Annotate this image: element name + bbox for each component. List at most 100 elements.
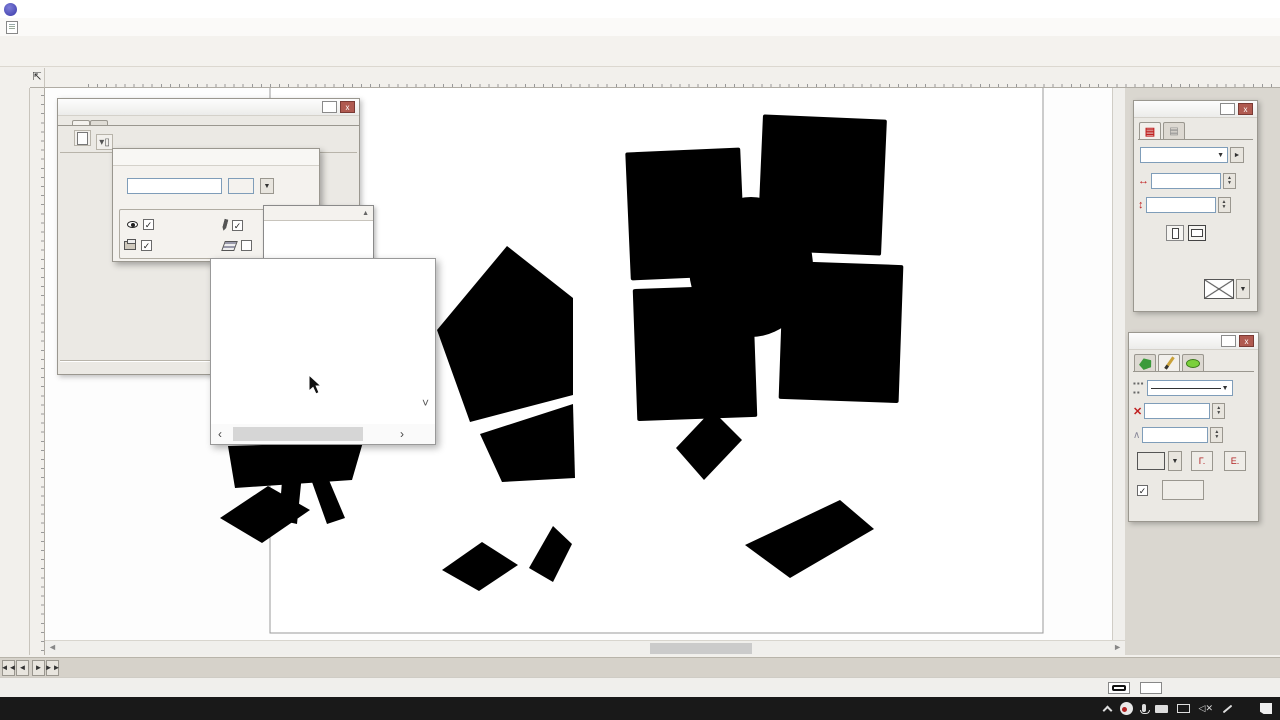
landscape-button[interactable] <box>1188 225 1206 241</box>
tab-effects[interactable] <box>1182 354 1204 371</box>
camera-icon[interactable] <box>1154 704 1168 713</box>
panel-minimize-button[interactable] <box>322 101 337 113</box>
scroll-left-icon[interactable]: ◄ <box>48 642 57 652</box>
height-spinner[interactable]: ▲ ▼ <box>1217 197 1231 213</box>
stroke-indicator[interactable] <box>1108 681 1130 694</box>
stroke-color-dropdown[interactable]: ▼ <box>1168 451 1182 471</box>
page-height-input[interactable] <box>1145 197 1216 213</box>
page-size-select[interactable]: ▼ <box>1140 147 1228 163</box>
layer-name-input[interactable] <box>127 178 222 194</box>
panel-close-button[interactable]: x <box>1239 335 1254 347</box>
system-tray: ◁✕ <box>1102 697 1280 720</box>
document-icon[interactable] <box>6 20 18 34</box>
windows-taskbar: ◁✕ <box>0 697 1280 720</box>
eye-icon <box>127 221 138 228</box>
palette-next-icon[interactable]: ► <box>32 659 45 676</box>
palette-last-icon[interactable]: ►► <box>45 659 60 676</box>
panel-close-button[interactable]: x <box>340 101 355 113</box>
vertical-ruler <box>30 88 45 655</box>
canvas-horizontal-scrollbar[interactable]: ◄ ► <box>45 640 1125 655</box>
tab-layers[interactable] <box>72 120 90 125</box>
stroke-width-spinner[interactable]: ▲ ▼ <box>1212 403 1226 419</box>
corner-style-button[interactable]: Γ. <box>1191 451 1213 471</box>
panel-minimize-button[interactable] <box>1220 103 1235 115</box>
mouse-cursor <box>308 374 323 395</box>
cap-style-button[interactable]: Ε. <box>1224 451 1246 471</box>
delete-layer-button[interactable]: ▾▯ <box>96 134 114 150</box>
preview-dropdown-button[interactable]: ▼ <box>1236 279 1250 299</box>
design-central-panel: x ▤ ▤ ▼ ► ↔ ▲ ▼ ↕ ▲ ▼ ▼ <box>1133 100 1258 312</box>
status-bar <box>0 677 1280 697</box>
cutter-icon <box>222 219 229 232</box>
color-list-scrollbar[interactable]: ‹ › <box>211 424 435 444</box>
page-red-icon: ▤ <box>1144 125 1156 138</box>
stroke-color-swatch[interactable] <box>1137 452 1165 470</box>
width-spinner[interactable]: ▲ ▼ <box>1223 173 1236 189</box>
fill-stroke-panel: x ▪▪▪ ▪▪ ▼ ✕ ▲ ▼ ∧ ▲ ▼ ▼ Γ. Ε. ✓ <box>1128 332 1259 522</box>
palette-first-icon[interactable]: ◄◄ <box>1 659 16 676</box>
notification-center-icon[interactable] <box>1260 703 1272 714</box>
app-logo-icon <box>4 2 17 16</box>
display-icon[interactable] <box>1176 704 1190 713</box>
design-editor-titlebar: x <box>58 99 359 116</box>
scroll-right-icon[interactable]: › <box>393 427 411 441</box>
transform-checkbox[interactable]: ✓ <box>1137 484 1148 496</box>
chevron-down-icon[interactable]: ˅ <box>422 396 429 410</box>
panel-close-button[interactable]: x <box>1238 103 1253 115</box>
window-close-button[interactable] <box>1246 0 1280 18</box>
panel-minimize-button[interactable] <box>1221 335 1236 347</box>
canvas-vertical-scrollbar[interactable] <box>1112 88 1125 640</box>
master-checkbox[interactable] <box>241 240 252 251</box>
height-icon: ↕ <box>1138 199 1144 211</box>
scroll-right-icon[interactable]: ► <box>1113 642 1122 652</box>
miter-limit-input[interactable] <box>1142 427 1209 443</box>
menu-bar: — ❐ ✕ <box>0 18 1280 52</box>
tool-palette <box>0 88 30 655</box>
stroke-width-icon: ✕ <box>1133 405 1143 418</box>
new-layer-button[interactable] <box>74 130 91 146</box>
stroke-width-input[interactable] <box>1144 403 1211 419</box>
layer-color-dropdown-button[interactable]: ▼ <box>260 178 274 194</box>
window-minimize-button[interactable] <box>1178 0 1212 18</box>
fill-indicator[interactable] <box>1140 681 1162 694</box>
tray-expand-icon[interactable] <box>1102 705 1112 715</box>
tab-objects[interactable] <box>90 120 108 125</box>
volume-muted-icon[interactable]: ◁✕ <box>1199 703 1213 714</box>
fill-stroke-titlebar: x <box>1129 333 1258 350</box>
tab-dimensions[interactable]: ▤ <box>1139 122 1161 139</box>
tab-margins[interactable]: ▤ <box>1163 122 1185 139</box>
portrait-button[interactable] <box>1166 225 1184 241</box>
layer-color-swatch[interactable] <box>228 178 254 194</box>
microphone-icon[interactable] <box>1139 703 1150 714</box>
miter-spinner[interactable]: ▲ ▼ <box>1210 427 1224 443</box>
page-size-expand-button[interactable]: ► <box>1230 147 1244 163</box>
window-maximize-button[interactable] <box>1212 0 1246 18</box>
line-style-select[interactable]: ▼ <box>1146 380 1233 396</box>
palette-prev-icon[interactable]: ◄ <box>16 659 29 676</box>
color-list-flyout: ˅ ‹ › <box>210 258 436 445</box>
page-gray-icon: ▤ <box>1169 125 1179 137</box>
dialog-titlebar <box>113 149 319 166</box>
paint-bucket-icon <box>1137 356 1153 371</box>
cuttable-checkbox[interactable]: ✓ <box>232 219 243 231</box>
pen-icon[interactable] <box>1222 704 1233 713</box>
printable-checkbox[interactable]: ✓ <box>141 240 152 251</box>
clear-button[interactable] <box>1162 480 1204 500</box>
tab-fill[interactable] <box>1134 354 1156 371</box>
no-fill-preview[interactable] <box>1204 279 1234 299</box>
title-bar <box>0 0 1280 18</box>
application-window: — ❐ ✕ ⇱ <box>0 0 1280 720</box>
tab-stroke[interactable] <box>1158 354 1180 371</box>
scroll-left-icon[interactable]: ‹ <box>211 427 229 441</box>
dropdown-header[interactable]: ▲ <box>264 206 373 221</box>
ruler-origin-icon[interactable]: ⇱ <box>30 68 45 88</box>
printer-icon <box>124 239 136 250</box>
ellipse-icon <box>1186 358 1200 368</box>
page-width-input[interactable] <box>1151 173 1221 189</box>
recorder-icon[interactable] <box>1119 702 1133 715</box>
scrollbar-thumb[interactable] <box>233 427 363 441</box>
miter-icon: ∧ <box>1133 429 1141 441</box>
scrollbar-thumb[interactable] <box>650 643 752 654</box>
sort-ascending-icon: ▲ <box>362 209 369 217</box>
visible-checkbox[interactable]: ✓ <box>143 219 154 230</box>
